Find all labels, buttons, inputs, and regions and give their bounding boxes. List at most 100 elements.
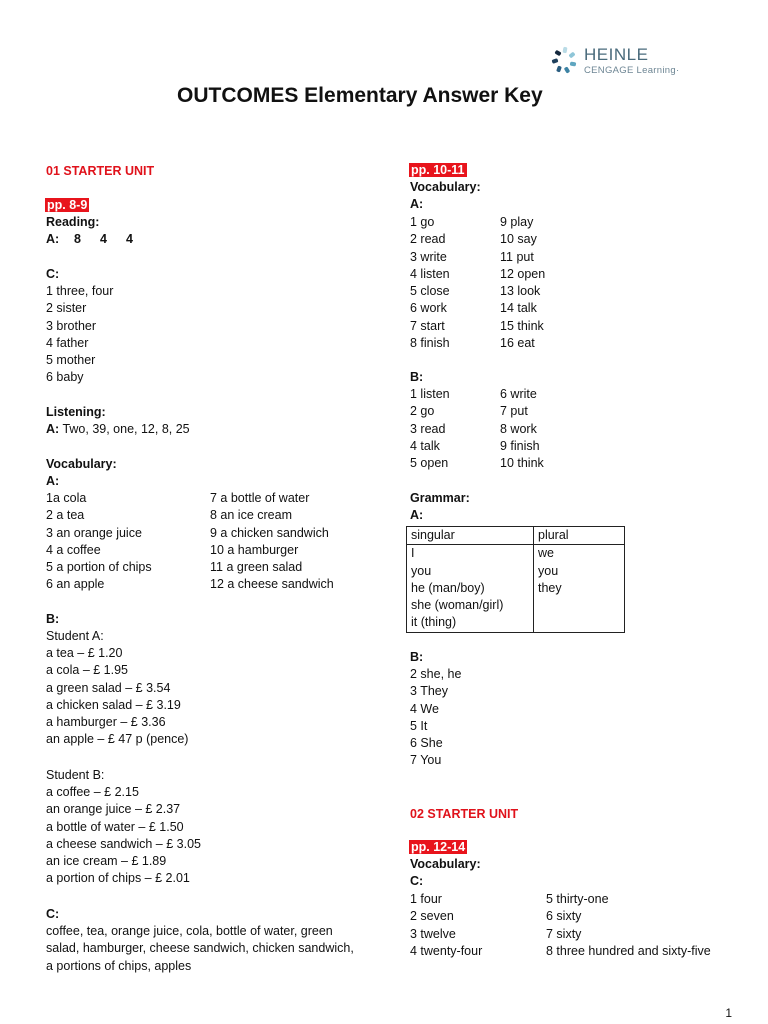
list-item: 6 sixty [546, 909, 582, 924]
grammar-b-list: 2 she, he 3 They 4 We 5 It 6 She 7 You [410, 666, 461, 770]
cell-line: we [538, 546, 554, 561]
paragraph-line: salad, hamburger, cheese sandwich, chick… [46, 941, 354, 956]
list-item: 5 mother [46, 353, 96, 368]
list-item: a green salad – £ 3.54 [46, 680, 171, 695]
table-header-row: singular plural [406, 525, 625, 546]
list-item: 1a cola [46, 491, 87, 505]
cell-line: he (man/boy) [411, 580, 485, 595]
unit-heading-02: 02 STARTER UNIT [410, 807, 519, 821]
list-item: 7 sixty [546, 926, 582, 941]
table-header-singular: singular [406, 525, 534, 546]
list-item: 10 think [500, 456, 544, 471]
listening-a-answer: Two, 39, one, 12, 8, 25 [59, 422, 190, 436]
table-header-plural: plural [533, 525, 625, 546]
reading-a-value: 4 [126, 232, 133, 246]
list-item: 8 three hundred and sixty-five [546, 943, 711, 958]
list-item: 7 You [410, 753, 442, 768]
vocabulary-label: Vocabulary: [410, 180, 481, 194]
vocabulary-a-col2: 7 a bottle of water 8 an ice cream 9 a c… [210, 490, 334, 594]
list-item: 7 a bottle of water [210, 491, 310, 505]
list-item: 12 open [500, 266, 546, 281]
list-item: a chicken salad – £ 3.19 [46, 697, 181, 712]
listening-a-row: A: Two, 39, one, 12, 8, 25 [46, 421, 190, 438]
list-item: an orange juice – £ 2.37 [46, 802, 181, 817]
list-item: an apple – £ 47 p (pence) [46, 732, 189, 747]
grammar-label: Grammar: [410, 491, 470, 505]
table-cell-singular: I you he (man/boy) she (woman/girl) it (… [406, 544, 534, 633]
list-item: 2 she, he [410, 667, 462, 681]
vocabulary-label: Vocabulary: [410, 857, 481, 871]
list-item: 2 seven [410, 909, 454, 924]
list-item: 6 baby [46, 370, 84, 385]
list-item: 3 write [410, 249, 447, 264]
student-b-list: a coffee – £ 2.15 an orange juice – £ 2.… [46, 784, 201, 888]
list-item: 9 play [500, 215, 534, 229]
student-a-label: Student A: [46, 629, 104, 643]
grammar-b-label: B: [410, 650, 424, 664]
vocabulary-c-label: C: [410, 874, 424, 888]
listening-label: Listening: [46, 405, 106, 419]
reading-c-list: 1 three, four 2 sister 3 brother 4 fathe… [46, 283, 113, 387]
page-ref-highlight: pp. 8-9 [45, 198, 90, 212]
grammar-a-label: A: [410, 508, 424, 522]
list-item: 8 work [500, 421, 537, 436]
list-item: 5 It [410, 718, 428, 733]
reading-c-label: C: [46, 267, 60, 281]
unit-heading-01: 01 STARTER UNIT [46, 164, 155, 178]
page-ref-12-14: pp. 12-14 [409, 839, 468, 856]
reading-a-label: A: [46, 232, 60, 246]
list-item: 1 go [410, 215, 435, 229]
list-item: 14 talk [500, 301, 537, 316]
list-item: 4 twenty-four [410, 943, 483, 958]
list-item: 3 twelve [410, 926, 456, 941]
list-item: a portion of chips – £ 2.01 [46, 871, 190, 886]
cell-line: she (woman/girl) [411, 598, 504, 613]
list-item: 5 thirty-one [546, 892, 609, 906]
list-item: a cola – £ 1.95 [46, 663, 129, 678]
list-item: 15 think [500, 318, 544, 333]
list-item: 4 talk [410, 438, 440, 453]
vocabulary-b-label: B: [410, 370, 424, 384]
list-item: 6 work [410, 301, 447, 316]
list-item: a tea – £ 1.20 [46, 646, 123, 660]
cell-line: they [538, 580, 562, 595]
list-item: 6 She [410, 736, 443, 751]
vocabulary-c-col1: 1 four 2 seven 3 twelve 4 twenty-four [410, 891, 482, 960]
reading-label: Reading: [46, 215, 100, 229]
list-item: 8 an ice cream [210, 508, 292, 523]
list-item: 16 eat [500, 336, 535, 351]
list-item: 5 close [410, 284, 450, 299]
vocabulary-a-col2: 9 play 10 say 11 put 12 open 13 look 14 … [500, 214, 545, 352]
list-item: 2 read [410, 232, 446, 247]
vocabulary-b-col2: 6 write 7 put 8 work 9 finish 10 think [500, 386, 544, 472]
vocabulary-c-col2: 5 thirty-one 6 sixty 7 sixty 8 three hun… [546, 891, 711, 960]
list-item: 12 a cheese sandwich [210, 577, 334, 592]
list-item: 7 start [410, 318, 445, 333]
page-ref-highlight: pp. 10-11 [409, 163, 467, 177]
paragraph-line: a portions of chips, apples [46, 958, 192, 973]
list-item: 2 sister [46, 301, 87, 316]
list-item: 10 a hamburger [210, 542, 299, 557]
list-item: a cheese sandwich – £ 3.05 [46, 836, 201, 851]
vocabulary-a-label: A: [410, 197, 424, 211]
page-number: 1 [725, 1006, 732, 1020]
list-item: 4 We [410, 701, 439, 716]
vocabulary-label: Vocabulary: [46, 457, 117, 471]
list-item: an ice cream – £ 1.89 [46, 854, 167, 869]
vocabulary-a-col1: 1a cola 2 a tea 3 an orange juice 4 a co… [46, 490, 152, 594]
list-item: 5 open [410, 456, 449, 471]
list-item: 13 look [500, 284, 541, 299]
list-item: 3 They [410, 684, 448, 699]
list-item: 11 a green salad [210, 560, 303, 575]
list-item: 9 finish [500, 438, 540, 453]
vocabulary-b-col1: 1 listen 2 go 3 read 4 talk 5 open [410, 386, 450, 472]
logo-trademark: · [675, 65, 680, 76]
table-row: I you he (man/boy) she (woman/girl) it (… [406, 544, 625, 633]
list-item: 3 brother [46, 318, 97, 333]
list-item: 6 an apple [46, 577, 105, 592]
grammar-pronoun-table: singular plural I you he (man/boy) she (… [406, 525, 625, 633]
list-item: 8 finish [410, 336, 450, 351]
list-item: a coffee – £ 2.15 [46, 785, 139, 799]
list-item: 1 four [410, 892, 442, 906]
list-item: 11 put [500, 249, 534, 264]
